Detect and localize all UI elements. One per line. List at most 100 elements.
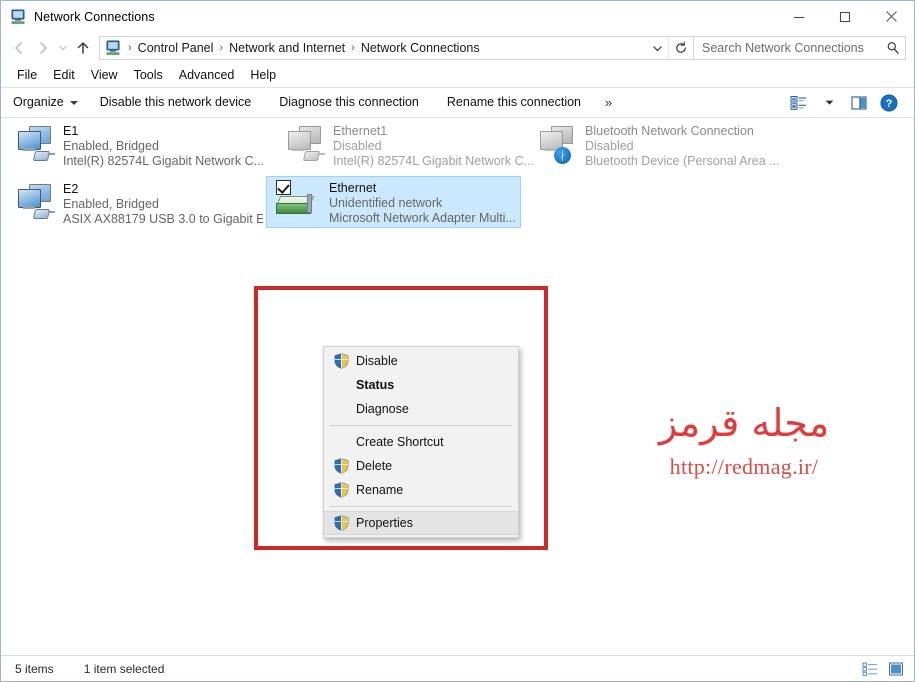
address-bar-row: › Control Panel › Network and Internet ›… — [1, 32, 914, 64]
organize-button[interactable]: Organize — [13, 88, 86, 117]
help-icon[interactable]: ? — [874, 90, 904, 116]
preview-pane-icon[interactable] — [844, 90, 874, 116]
menu-item-tools[interactable]: Tools — [126, 64, 171, 87]
forward-arrow-icon[interactable] — [31, 36, 55, 60]
connection-name: E1 — [63, 124, 79, 138]
context-menu-item-diagnose[interactable]: Diagnose — [324, 397, 518, 421]
up-arrow-icon[interactable] — [71, 36, 95, 60]
change-view-icon[interactable] — [784, 90, 814, 116]
context-menu-label: Diagnose — [356, 402, 409, 416]
command-bar-right-icons: ? — [784, 90, 914, 116]
menu-bar: File Edit View Tools Advanced Help — [1, 64, 914, 87]
overflow-chevrons-icon[interactable]: » — [595, 95, 622, 110]
connection-status: Disabled — [585, 139, 634, 153]
list-item[interactable]: E1 Enabled, Bridged Intel(R) 82574L Giga… — [7, 120, 267, 176]
uac-shield-icon — [328, 513, 354, 533]
context-menu-item-status[interactable]: Status — [324, 373, 518, 397]
context-menu-label: Disable — [356, 354, 398, 368]
ethernet-card-icon — [273, 180, 319, 224]
list-item-selected[interactable]: Ethernet Unidentified network Microsoft … — [266, 176, 521, 228]
context-menu-item-properties[interactable]: Properties — [324, 511, 518, 535]
maximize-icon[interactable] — [822, 1, 868, 32]
list-item[interactable]: Ethernet1 Disabled Intel(R) 82574L Gigab… — [277, 120, 537, 176]
command-bar: Organize Disable this network device Dia… — [1, 87, 914, 118]
context-menu-label: Create Shortcut — [356, 435, 444, 449]
search-box[interactable] — [694, 36, 906, 60]
menu-item-advanced[interactable]: Advanced — [171, 64, 243, 87]
context-menu-item-rename[interactable]: Rename — [324, 478, 518, 502]
connection-name: Ethernet — [329, 181, 377, 195]
context-menu[interactable]: Disable Status Diagnose Create Shortcut — [323, 346, 519, 538]
window-controls — [776, 1, 914, 32]
network-adapter-disabled-icon — [283, 123, 329, 167]
rename-connection-button[interactable]: Rename this connection — [433, 88, 595, 117]
breadcrumb-separator: › — [128, 42, 132, 54]
network-connections-icon — [10, 9, 26, 25]
recent-locations-icon[interactable] — [55, 36, 71, 60]
search-icon[interactable] — [881, 41, 905, 55]
breadcrumb-separator: › — [219, 42, 224, 54]
context-menu-separator — [330, 506, 512, 507]
list-item-text: E2 Enabled, Bridged ASIX AX88179 USB 3.0… — [63, 181, 263, 227]
status-selection: 1 item selected — [83, 661, 165, 676]
menu-item-help[interactable]: Help — [242, 64, 284, 87]
connection-device: Intel(R) 82574L Gigabit Network C... — [63, 154, 263, 168]
breadcrumb-root-icon — [105, 40, 121, 56]
menu-item-view[interactable]: View — [83, 64, 126, 87]
organize-label: Organize — [13, 95, 64, 109]
connections-list-area[interactable]: E1 Enabled, Bridged Intel(R) 82574L Giga… — [1, 118, 914, 655]
connection-device: Microsoft Network Adapter Multi... — [329, 211, 516, 225]
network-adapter-enabled-icon — [13, 123, 59, 167]
connection-status: Enabled, Bridged — [63, 197, 159, 211]
breadcrumb[interactable]: › Control Panel › Network and Internet ›… — [99, 36, 694, 60]
context-menu-label: Properties — [356, 516, 413, 530]
minimize-icon[interactable] — [776, 1, 822, 32]
breadcrumb-separator: › — [351, 42, 355, 54]
back-arrow-icon[interactable] — [7, 36, 31, 60]
breadcrumb-item-network-and-internet[interactable]: Network and Internet — [227, 41, 347, 55]
connection-name: E2 — [63, 182, 79, 196]
disable-device-button[interactable]: Disable this network device — [86, 88, 265, 117]
network-connections-window: Network Connections › Control Panel › Ne… — [0, 0, 915, 682]
list-item-text: Ethernet1 Disabled Intel(R) 82574L Gigab… — [333, 123, 533, 169]
context-menu-label: Rename — [356, 483, 404, 497]
uac-shield-icon — [328, 480, 354, 500]
large-icons-view-icon[interactable] — [886, 660, 906, 678]
connection-device: ASIX AX88179 USB 3.0 to Gigabit E... — [63, 212, 263, 226]
status-bar-view-buttons — [860, 660, 906, 678]
watermark: مجله قرمز http://redmag.ir/ — [609, 400, 879, 480]
breadcrumb-item-control-panel[interactable]: Control Panel — [136, 41, 216, 55]
diagnose-connection-button[interactable]: Diagnose this connection — [265, 88, 433, 117]
context-menu-item-delete[interactable]: Delete — [324, 454, 518, 478]
connection-device: Bluetooth Device (Personal Area ... — [585, 154, 780, 168]
window-title: Network Connections — [34, 9, 155, 24]
connections-grid: E1 Enabled, Bridged Intel(R) 82574L Giga… — [1, 118, 914, 228]
search-input[interactable] — [694, 40, 881, 56]
list-item[interactable]: ᛅ Bluetooth Network Connection Disabled … — [529, 120, 829, 176]
uac-shield-icon — [328, 351, 354, 371]
chevron-down-icon[interactable] — [646, 37, 668, 59]
connection-status: Enabled, Bridged — [63, 139, 159, 153]
context-menu-item-create-shortcut[interactable]: Create Shortcut — [324, 430, 518, 454]
connection-name: Bluetooth Network Connection — [585, 124, 754, 138]
menu-item-file[interactable]: File — [9, 64, 45, 87]
refresh-icon[interactable] — [668, 37, 693, 59]
close-icon[interactable] — [868, 1, 914, 32]
connection-status: Unidentified network — [329, 196, 443, 210]
bluetooth-network-adapter-icon: ᛅ — [535, 123, 581, 167]
view-dropdown-chevron-icon[interactable] — [814, 90, 844, 116]
connection-device: Intel(R) 82574L Gigabit Network C... — [333, 154, 533, 168]
connection-name: Ethernet1 — [333, 124, 388, 138]
list-item[interactable]: E2 Enabled, Bridged ASIX AX88179 USB 3.0… — [7, 178, 267, 234]
context-menu-icon-placeholder — [328, 375, 354, 395]
context-menu-separator — [330, 425, 512, 426]
status-item-count: 5 items — [15, 661, 54, 676]
details-view-icon[interactable] — [860, 660, 880, 678]
caret-down-icon — [69, 100, 78, 105]
watermark-title: مجله قرمز — [658, 401, 830, 445]
svg-text:?: ? — [886, 98, 893, 110]
context-menu-item-disable[interactable]: Disable — [324, 349, 518, 373]
menu-item-edit[interactable]: Edit — [45, 64, 83, 87]
bluetooth-badge-icon: ᛅ — [554, 147, 571, 164]
breadcrumb-item-network-connections[interactable]: Network Connections — [359, 41, 482, 55]
